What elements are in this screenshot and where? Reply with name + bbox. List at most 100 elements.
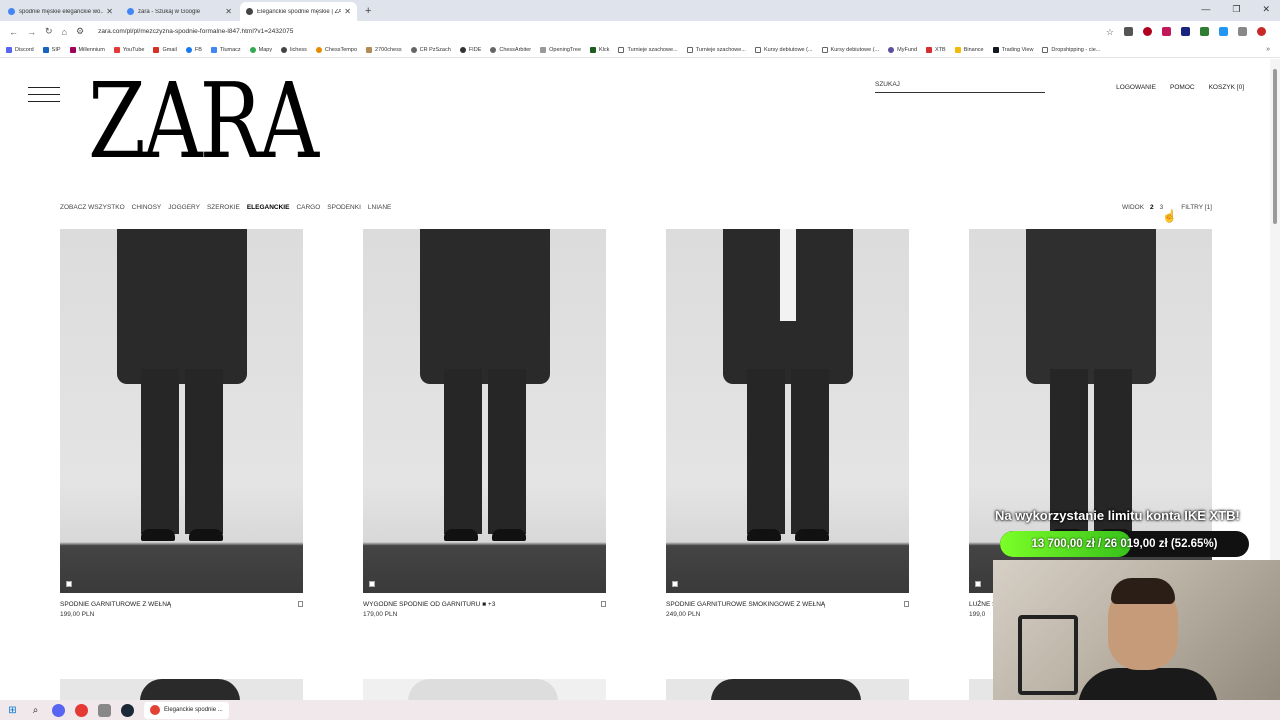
category-all[interactable]: ZOBACZ WSZYSTKO (60, 204, 125, 211)
address-bar-row: ← → ↻ ⌂ ⚙ zara.com/pl/pl/mezczyzna-spodn… (0, 21, 1280, 42)
extension-icon[interactable] (1162, 27, 1171, 36)
tab-title: Eleganckie spodnie męskie | ZA... (257, 8, 342, 15)
product-image-row2[interactable] (363, 679, 606, 700)
close-tab-icon[interactable]: ✕ (225, 7, 232, 16)
bookmark-item[interactable]: SIP (42, 46, 61, 53)
product-image-row2[interactable] (60, 679, 303, 700)
bookmark-icon[interactable] (904, 601, 909, 607)
windows-start-icon[interactable]: ⊞ (6, 704, 19, 717)
site-info-icon[interactable]: ⚙ (76, 26, 84, 37)
discord-taskbar-icon[interactable] (52, 703, 65, 717)
google-favicon-icon (127, 8, 134, 15)
bookmark-item[interactable]: lichess (281, 46, 307, 53)
category-shorts[interactable]: SPODENKI (327, 204, 361, 211)
search-icon[interactable]: ⌕ (29, 704, 42, 717)
app-taskbar-icon[interactable] (98, 703, 111, 717)
bookmark-item[interactable]: OpeningTree (540, 46, 581, 53)
extension-icon[interactable] (1219, 27, 1228, 36)
reload-icon[interactable]: ↻ (45, 26, 53, 37)
opera-taskbar-icon[interactable] (75, 703, 88, 717)
steam-taskbar-icon[interactable] (121, 703, 134, 717)
close-tab-icon[interactable]: ✕ (344, 7, 351, 16)
bookmark-item[interactable]: FB (185, 46, 202, 53)
bookmark-item[interactable]: XTB (926, 46, 946, 53)
close-window-icon[interactable]: ✕ (1262, 4, 1270, 15)
view-option-2[interactable]: 2 (1150, 204, 1154, 211)
product-image-row2[interactable] (666, 679, 909, 700)
bookmark-icon[interactable] (601, 601, 606, 607)
bookmark-item[interactable]: Kursy debiutowe (... (754, 46, 813, 53)
category-wide[interactable]: SZEROKIE (207, 204, 240, 211)
bookmark-item[interactable]: Binance (954, 46, 984, 53)
bookmark-item[interactable]: Discord (6, 46, 34, 53)
product-name[interactable]: SPODNIE GARNITUROWE SMOKINGOWE Z WEŁNĄ (666, 601, 825, 608)
filters-button[interactable]: FILTRY [1] (1181, 204, 1212, 211)
bookmark-item[interactable]: Mapy (249, 46, 272, 53)
streamer-hair (1111, 578, 1175, 604)
bookmark-icon[interactable] (298, 601, 303, 607)
bookmark-item[interactable]: Gmail (153, 46, 177, 53)
ublock-extension-icon[interactable] (1143, 27, 1152, 36)
bookmark-item[interactable]: FIDE (459, 46, 481, 53)
gmail-extension-icon[interactable] (1124, 27, 1133, 36)
category-linen[interactable]: LNIANE (368, 204, 391, 211)
bookmark-item[interactable]: ChessArbiter (490, 46, 531, 53)
profile-avatar-icon[interactable] (1257, 27, 1266, 36)
category-joggers[interactable]: JOGGERY (168, 204, 200, 211)
bookmarks-bar: Discord SIP Millennium YouTube Gmail FB … (0, 42, 1280, 58)
login-link[interactable]: LOGOWANIE (1116, 84, 1156, 91)
maximize-icon[interactable]: ❐ (1232, 4, 1240, 15)
cart-link[interactable]: KOSZYK [0] (1209, 84, 1244, 91)
product-price: 199,00 PLN (60, 611, 95, 618)
bookmark-item[interactable]: 2700chess (366, 46, 402, 53)
product-name[interactable]: SPODNIE GARNITUROWE Z WEŁNĄ (60, 601, 171, 608)
minimize-icon[interactable]: — (1201, 4, 1210, 15)
bookmark-item[interactable]: Kursy debiutowe (... (821, 46, 879, 53)
category-cargo[interactable]: CARGO (296, 204, 320, 211)
color-swatch-count[interactable]: ■ +3 (482, 601, 495, 608)
category-filter-bar: ZOBACZ WSZYSTKO CHINOSY JOGGERY SZEROKIE… (60, 204, 391, 211)
product-card[interactable]: SPODNIE GARNITUROWE SMOKINGOWE Z WEŁNĄ 2… (666, 229, 909, 618)
product-image[interactable] (60, 229, 303, 593)
bookmark-item[interactable]: Trading View (992, 46, 1033, 53)
extension-icon[interactable] (1181, 27, 1190, 36)
forward-icon[interactable]: → (27, 27, 36, 37)
zara-logo[interactable]: ZARA (88, 69, 319, 173)
product-card[interactable]: SPODNIE GARNITUROWE Z WEŁNĄ 199,00 PLN (60, 229, 303, 618)
close-tab-icon[interactable]: ✕ (106, 7, 113, 16)
puzzle-extensions-icon[interactable] (1238, 27, 1247, 36)
gym-equipment (1018, 615, 1078, 695)
back-icon[interactable]: ← (9, 27, 18, 37)
product-image[interactable] (666, 229, 909, 593)
category-chinos[interactable]: CHINOSY (132, 204, 162, 211)
url-field[interactable]: zara.com/pl/pl/mezczyzna-spodnie-formaln… (98, 28, 1106, 35)
menu-hamburger-icon[interactable] (28, 87, 60, 108)
scrollbar-thumb[interactable] (1273, 69, 1277, 224)
bookmark-item[interactable]: Dropshipping - cie... (1042, 46, 1100, 53)
bookmark-item[interactable]: ChessTempo (315, 46, 357, 53)
bookmark-item[interactable]: Tłumacz (210, 46, 241, 53)
home-icon[interactable]: ⌂ (62, 27, 67, 37)
browser-tab-1[interactable]: spodnie męskie eleganckie wo... ✕ (2, 2, 119, 21)
more-bookmarks-icon[interactable]: » (1266, 46, 1270, 53)
bookmark-item[interactable]: Turnieje szachowe... (618, 46, 678, 53)
search-input[interactable]: SZUKAJ (875, 81, 1045, 93)
category-elegant[interactable]: ELEGANCKIE (247, 204, 290, 211)
bookmark-item[interactable]: MyFund (888, 46, 917, 53)
product-name[interactable]: WYGODNE SPODNIE OD GARNITURU (363, 601, 480, 608)
zara-favicon-icon (246, 8, 253, 15)
bookmark-item[interactable]: Turnieje szachowe... (686, 46, 746, 53)
chrome-taskbar-app[interactable]: Eleganckie spodnie ... (144, 701, 229, 719)
bookmark-item[interactable]: CR PzSzach (410, 46, 451, 53)
product-card[interactable]: WYGODNE SPODNIE OD GARNITURU ■ +3 179,00… (363, 229, 606, 618)
bookmark-item[interactable]: YouTube (113, 46, 144, 53)
product-image[interactable] (363, 229, 606, 593)
extension-icon[interactable] (1200, 27, 1209, 36)
browser-tab-2[interactable]: zara - Szukaj w Google ✕ (121, 2, 238, 21)
bookmark-item[interactable]: Millennium (69, 46, 105, 53)
new-tab-button[interactable]: + (365, 5, 371, 17)
bookmark-item[interactable]: Klck (590, 46, 609, 53)
help-link[interactable]: POMOC (1170, 84, 1195, 91)
bookmark-star-icon[interactable]: ☆ (1106, 27, 1114, 37)
browser-tab-3-active[interactable]: Eleganckie spodnie męskie | ZA... ✕ (240, 2, 357, 21)
